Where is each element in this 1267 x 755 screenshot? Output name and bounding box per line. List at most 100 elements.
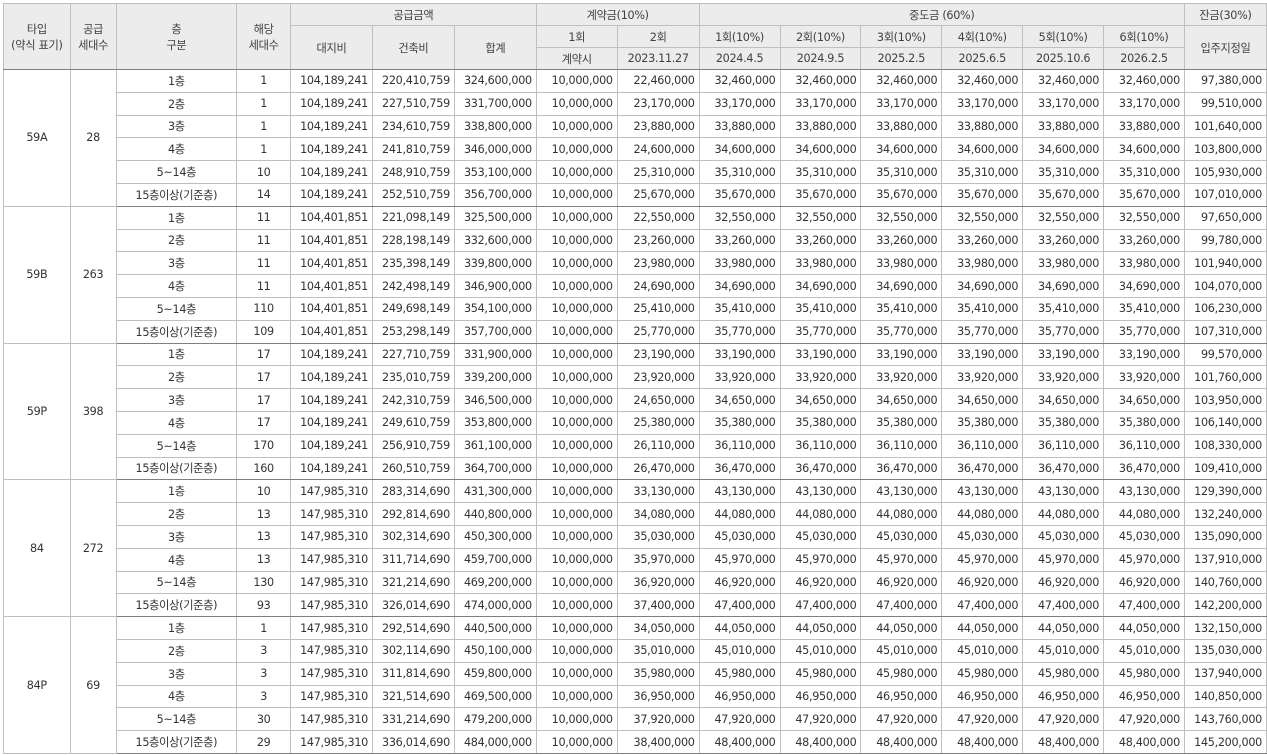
cell-total-price: 354,100,000 xyxy=(453,296,537,321)
cell-middle-3: 33,170,000 xyxy=(860,91,943,116)
cell-building-price: 321,514,690 xyxy=(371,684,455,709)
header-middle-2: 2회(10%) xyxy=(779,25,862,48)
cell-units: 29 xyxy=(236,730,292,754)
cell-total-price: 346,000,000 xyxy=(453,137,537,162)
cell-middle-5: 48,400,000 xyxy=(1022,730,1105,754)
header-contract-1: 1회 xyxy=(535,25,618,48)
cell-middle-4: 44,080,000 xyxy=(941,502,1024,526)
cell-total-price: 450,100,000 xyxy=(453,638,537,663)
cell-floor-group: 4층 xyxy=(115,410,238,435)
cell-contract-2: 22,550,000 xyxy=(616,205,700,230)
table-row: 2층 11 104,401,851 228,198,149 332,600,000 10,… xyxy=(4,228,1267,253)
cell-middle-1: 33,260,000 xyxy=(698,228,781,253)
cell-contract-1: 10,000,000 xyxy=(535,524,618,549)
cell-balance: 140,850,000 xyxy=(1183,684,1267,709)
cell-total-price: 484,000,000 xyxy=(453,730,537,754)
cell-middle-2: 45,030,000 xyxy=(779,524,862,549)
cell-units: 10 xyxy=(236,160,292,184)
cell-middle-3: 46,920,000 xyxy=(860,570,943,595)
table-body: 59A 28 1층 1 104,189,241 220,410,759 324,600,00… xyxy=(3,69,1267,754)
header-middle-1: 1회(10%) xyxy=(698,25,781,48)
cell-balance: 99,570,000 xyxy=(1183,342,1267,367)
cell-balance: 135,090,000 xyxy=(1183,524,1267,549)
cell-balance: 142,200,000 xyxy=(1183,593,1267,618)
cell-contract-1: 10,000,000 xyxy=(535,456,618,481)
cell-middle-1: 48,400,000 xyxy=(698,730,781,754)
cell-middle-3: 34,690,000 xyxy=(860,274,943,298)
cell-units: 160 xyxy=(236,456,292,481)
cell-contract-2: 23,920,000 xyxy=(616,365,700,390)
cell-floor-group: 3층 xyxy=(115,661,238,686)
cell-building-price: 283,314,690 xyxy=(371,479,455,504)
cell-building-price: 234,610,759 xyxy=(371,114,455,139)
cell-middle-6: 44,080,000 xyxy=(1103,502,1185,526)
cell-floor-group: 1층 xyxy=(115,69,238,93)
cell-building-price: 302,114,690 xyxy=(371,638,455,663)
header-middle-4: 4회(10%) xyxy=(941,25,1024,48)
cell-contract-1: 10,000,000 xyxy=(535,638,618,663)
cell-land-price: 147,985,310 xyxy=(290,479,373,504)
cell-contract-1: 10,000,000 xyxy=(535,342,618,367)
cell-supply-units: 69 xyxy=(69,616,117,754)
cell-middle-4: 33,880,000 xyxy=(941,114,1024,139)
header-middle-6: 6회(10%) xyxy=(1103,25,1185,48)
cell-middle-4: 36,470,000 xyxy=(941,456,1024,481)
header-contract: 계약금(10%) xyxy=(535,3,700,26)
cell-balance: 103,950,000 xyxy=(1183,388,1267,412)
cell-middle-3: 35,670,000 xyxy=(860,182,943,207)
cell-middle-6: 33,880,000 xyxy=(1103,114,1185,139)
cell-middle-1: 33,190,000 xyxy=(698,342,781,367)
cell-middle-5: 33,260,000 xyxy=(1022,228,1105,253)
cell-total-price: 450,300,000 xyxy=(453,524,537,549)
cell-building-price: 292,514,690 xyxy=(371,616,455,640)
cell-middle-4: 48,400,000 xyxy=(941,730,1024,754)
cell-middle-5: 45,030,000 xyxy=(1022,524,1105,549)
cell-contract-1: 10,000,000 xyxy=(535,91,618,116)
cell-middle-3: 45,030,000 xyxy=(860,524,943,549)
cell-middle-5: 47,920,000 xyxy=(1022,707,1105,732)
cell-middle-3: 47,400,000 xyxy=(860,593,943,618)
cell-middle-4: 33,260,000 xyxy=(941,228,1024,253)
cell-middle-5: 46,920,000 xyxy=(1022,570,1105,595)
cell-floor-group: 15층이상(기준층) xyxy=(115,456,238,481)
cell-floor-group: 4층 xyxy=(115,684,238,709)
cell-total-price: 431,300,000 xyxy=(453,479,537,504)
cell-units: 3 xyxy=(236,661,292,686)
cell-land-price: 104,189,241 xyxy=(290,365,373,390)
table-row: 5~14층 110 104,401,851 249,698,149 354,100,00… xyxy=(4,296,1267,321)
cell-balance: 99,780,000 xyxy=(1183,228,1267,253)
cell-middle-1: 44,050,000 xyxy=(698,616,781,640)
cell-building-price: 336,014,690 xyxy=(371,730,455,754)
cell-contract-2: 35,010,000 xyxy=(616,638,700,663)
cell-middle-3: 44,080,000 xyxy=(860,502,943,526)
cell-balance: 140,760,000 xyxy=(1183,570,1267,595)
cell-middle-3: 43,130,000 xyxy=(860,479,943,504)
header-middle-2-date: 2024.9.5 xyxy=(779,47,862,70)
cell-building-price: 227,510,759 xyxy=(371,91,455,116)
cell-building-price: 326,014,690 xyxy=(371,593,455,618)
cell-total-price: 339,200,000 xyxy=(453,365,537,390)
cell-middle-6: 46,920,000 xyxy=(1103,570,1185,595)
cell-building-price: 248,910,759 xyxy=(371,160,455,184)
cell-land-price: 147,985,310 xyxy=(290,524,373,549)
header-middle-4-date: 2025.6.5 xyxy=(941,47,1024,70)
cell-total-price: 346,500,000 xyxy=(453,388,537,412)
cell-total-price: 469,500,000 xyxy=(453,684,537,709)
cell-building-price: 292,814,690 xyxy=(371,502,455,526)
table-row: 84 272 1층 10 147,985,310 283,314,690 431,300,0… xyxy=(3,479,1267,618)
cell-middle-1: 32,460,000 xyxy=(698,69,781,93)
cell-middle-2: 45,010,000 xyxy=(779,638,862,663)
price-table-container: 타입 (약식 표기) 공급 세대수 층 구분 해당 세대수 공급금액 계약금(1… xyxy=(3,3,1267,754)
cell-contract-1: 10,000,000 xyxy=(535,707,618,732)
cell-contract-2: 24,690,000 xyxy=(616,274,700,298)
cell-contract-1: 10,000,000 xyxy=(535,160,618,184)
cell-contract-1: 10,000,000 xyxy=(535,274,618,298)
cell-middle-6: 35,670,000 xyxy=(1103,182,1185,207)
cell-units: 14 xyxy=(236,182,292,207)
cell-middle-2: 33,170,000 xyxy=(779,91,862,116)
cell-middle-1: 44,080,000 xyxy=(698,502,781,526)
cell-land-price: 147,985,310 xyxy=(290,547,373,572)
cell-land-price: 104,189,241 xyxy=(290,410,373,435)
cell-middle-5: 43,130,000 xyxy=(1022,479,1105,504)
table-row: 2층 13 147,985,310 292,814,690 440,800,000 10,… xyxy=(4,502,1267,526)
